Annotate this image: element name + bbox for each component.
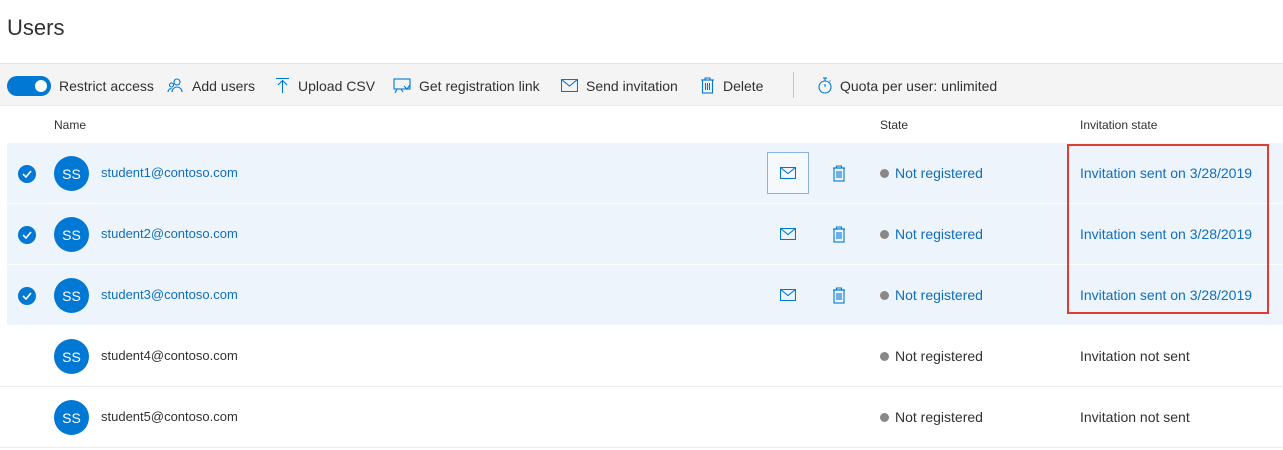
delete-row-button[interactable] [824,213,854,255]
delete-row-button[interactable] [824,152,854,194]
user-email[interactable]: student4@contoso.com [101,348,238,363]
delete-button[interactable]: Delete [700,64,763,107]
trash-icon [833,164,845,182]
send-invitation-row-button[interactable] [767,274,809,316]
quota-per-user-button[interactable]: Quota per user: unlimited [818,64,997,107]
avatar: SS [54,217,89,252]
status-dot [880,229,889,239]
delete-label: Delete [723,77,764,94]
table-row[interactable]: SS student5@contoso.com Not registered I… [0,387,1283,448]
user-email[interactable]: student1@contoso.com [101,165,238,180]
mail-icon [780,167,796,179]
add-users-icon [167,78,183,93]
send-invitation-row-button[interactable] [767,152,809,194]
row-checkbox[interactable] [18,226,36,244]
trash-icon [833,286,845,304]
table-row[interactable]: SS student3@contoso.com Not registered I… [7,265,1283,326]
invitation-state: Invitation sent on 3/28/2019 [1080,226,1253,242]
row-checkbox[interactable] [18,287,36,305]
toolbar-divider [793,72,794,98]
send-invitation-label: Send invitation [586,77,678,94]
send-invitation-button[interactable]: Send invitation [561,64,678,107]
registration-state: Not registered [880,226,983,242]
restrict-access-toggle[interactable]: Restrict access [7,64,154,107]
invitation-state: Invitation sent on 3/28/2019 [1080,287,1253,303]
send-invitation-row-button[interactable] [767,213,809,255]
avatar: SS [54,339,89,374]
quota-label: Quota per user: unlimited [840,77,998,94]
page-title: Users [7,15,65,40]
column-header-invitation-state[interactable]: Invitation state [1080,118,1157,132]
get-registration-link-button[interactable]: Get registration link [393,64,540,107]
checkmark-icon [22,231,32,239]
table-row[interactable]: SS student2@contoso.com Not registered I… [7,204,1283,265]
status-dot [880,412,889,422]
invitation-state: Invitation not sent [1080,409,1190,425]
registration-state: Not registered [880,287,983,303]
delete-row-button[interactable] [824,274,854,316]
mail-icon [780,228,796,240]
status-dot [880,168,889,178]
registration-state: Not registered [880,409,983,425]
restrict-access-label: Restrict access [59,77,154,94]
table-row[interactable]: SS student1@contoso.com Not registered I… [7,143,1283,204]
trash-icon [701,77,714,94]
add-users-label: Add users [192,77,256,94]
status-dot [880,351,889,361]
toggle-switch[interactable] [7,75,51,96]
command-bar: Restrict access Add users Upload CSV Get… [0,63,1283,106]
get-registration-link-label: Get registration link [419,77,540,94]
registration-link-icon [393,77,411,93]
mail-icon [780,289,796,301]
user-email[interactable]: student5@contoso.com [101,409,238,424]
column-header-name[interactable]: Name [54,118,86,132]
upload-icon [276,77,289,93]
upload-csv-label: Upload CSV [298,77,376,94]
checkmark-icon [22,170,32,178]
user-email[interactable]: student3@contoso.com [101,287,238,302]
registration-state: Not registered [880,348,983,364]
avatar: SS [54,278,89,313]
column-header-state[interactable]: State [880,118,908,132]
invitation-state: Invitation sent on 3/28/2019 [1080,165,1253,181]
invitation-state: Invitation not sent [1080,348,1190,364]
avatar: SS [54,400,89,435]
registration-state: Not registered [880,165,983,181]
status-dot [880,290,889,300]
stopwatch-icon [818,77,832,94]
avatar: SS [54,156,89,191]
table-row[interactable]: SS student4@contoso.com Not registered I… [0,326,1283,387]
checkmark-icon [22,292,32,300]
mail-icon [561,79,578,92]
row-checkbox[interactable] [18,165,36,183]
upload-csv-button[interactable]: Upload CSV [275,64,375,107]
user-email[interactable]: student2@contoso.com [101,226,238,241]
trash-icon [833,225,845,243]
add-users-button[interactable]: Add users [167,64,255,107]
